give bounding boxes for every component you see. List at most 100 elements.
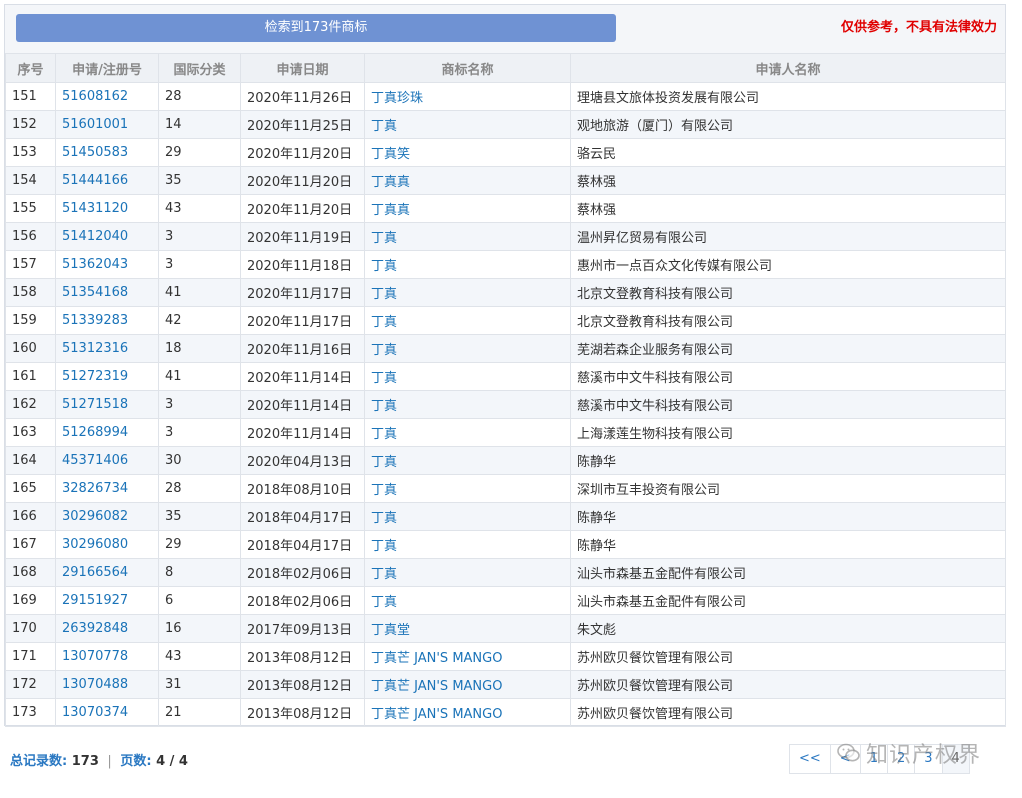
col-header-applicant[interactable]: 申请人名称: [570, 53, 1006, 83]
applicant-cell: 观地旅游（厦门）有限公司: [570, 110, 1006, 139]
reg-number-link[interactable]: 29166564: [55, 558, 159, 587]
trademark-name-link[interactable]: 丁真: [364, 222, 571, 251]
class-cell: 3: [158, 222, 241, 251]
applicant-cell: 慈溪市中文牛科技有限公司: [570, 362, 1006, 391]
date-cell: 2020年11月17日: [240, 306, 365, 335]
row-index: 166: [5, 502, 56, 531]
reg-number-link[interactable]: 13070488: [55, 670, 159, 699]
trademark-name-link[interactable]: 丁真: [364, 502, 571, 531]
table-row: 151 51608162 28 2020年11月26日 丁真珍珠 理塘县文旅体投资发展有限…: [5, 82, 1006, 111]
date-cell: 2020年11月14日: [240, 362, 365, 391]
reg-number-link[interactable]: 32826734: [55, 474, 159, 503]
trademark-name-link[interactable]: 丁真笑: [364, 138, 571, 167]
pages-value: 4 / 4: [156, 754, 188, 769]
wechat-icon: [837, 743, 860, 762]
class-cell: 16: [158, 614, 241, 643]
class-cell: 28: [158, 474, 241, 503]
trademark-name-link[interactable]: 丁真: [364, 418, 571, 447]
trademark-name-link[interactable]: 丁真真: [364, 194, 571, 223]
row-index: 153: [5, 138, 56, 167]
applicant-cell: 汕头市森基五金配件有限公司: [570, 586, 1006, 615]
reg-number-link[interactable]: 29151927: [55, 586, 159, 615]
col-header-trademark-name[interactable]: 商标名称: [364, 53, 571, 83]
table-row: 168 29166564 8 2018年02月06日 丁真 汕头市森基五金配件有限公司: [5, 558, 1006, 587]
date-cell: 2018年02月06日: [240, 558, 365, 587]
class-cell: 3: [158, 418, 241, 447]
col-header-class[interactable]: 国际分类: [158, 53, 241, 83]
page-first-button[interactable]: <<: [789, 744, 831, 774]
watermark-text: 知识产权界: [866, 743, 982, 768]
date-cell: 2018年08月10日: [240, 474, 365, 503]
class-cell: 42: [158, 306, 241, 335]
class-cell: 41: [158, 362, 241, 391]
date-cell: 2020年04月13日: [240, 446, 365, 475]
date-cell: 2018年04月17日: [240, 530, 365, 559]
trademark-name-link[interactable]: 丁真: [364, 586, 571, 615]
reg-number-link[interactable]: 51444166: [55, 166, 159, 195]
table-row: 159 51339283 42 2020年11月17日 丁真 北京文登教育科技有限公司: [5, 306, 1006, 335]
trademark-name-link[interactable]: 丁真: [364, 250, 571, 279]
class-cell: 30: [158, 446, 241, 475]
footer-separator: |: [107, 754, 112, 769]
result-count-button[interactable]: 检索到173件商标: [16, 14, 616, 42]
trademark-name-link[interactable]: 丁真: [364, 110, 571, 139]
class-cell: 29: [158, 530, 241, 559]
reg-number-link[interactable]: 51450583: [55, 138, 159, 167]
reg-number-link[interactable]: 51271518: [55, 390, 159, 419]
row-index: 151: [5, 82, 56, 111]
row-index: 162: [5, 390, 56, 419]
trademark-name-link[interactable]: 丁真真: [364, 166, 571, 195]
reg-number-link[interactable]: 51608162: [55, 82, 159, 111]
col-header-date[interactable]: 申请日期: [240, 53, 365, 83]
row-index: 159: [5, 306, 56, 335]
trademark-name-link[interactable]: 丁真: [364, 278, 571, 307]
reg-number-link[interactable]: 51362043: [55, 250, 159, 279]
row-index: 152: [5, 110, 56, 139]
trademark-name-link[interactable]: 丁真芒 JAN'S MANGO: [364, 642, 571, 671]
reg-number-link[interactable]: 51272319: [55, 362, 159, 391]
reg-number-link[interactable]: 45371406: [55, 446, 159, 475]
col-header-index[interactable]: 序号: [5, 53, 56, 83]
total-records-value: 173: [71, 754, 99, 769]
class-cell: 43: [158, 642, 241, 671]
trademark-name-link[interactable]: 丁真: [364, 446, 571, 475]
date-cell: 2020年11月20日: [240, 138, 365, 167]
trademark-name-link[interactable]: 丁真堂: [364, 614, 571, 643]
reg-number-link[interactable]: 51412040: [55, 222, 159, 251]
trademark-name-link[interactable]: 丁真芒 JAN'S MANGO: [364, 670, 571, 699]
class-cell: 14: [158, 110, 241, 139]
reg-number-link[interactable]: 30296082: [55, 502, 159, 531]
reg-number-link[interactable]: 26392848: [55, 614, 159, 643]
table-row: 152 51601001 14 2020年11月25日 丁真 观地旅游（厦门）有限公司: [5, 110, 1006, 139]
trademark-name-link[interactable]: 丁真: [364, 530, 571, 559]
trademark-name-link[interactable]: 丁真: [364, 390, 571, 419]
trademark-name-link[interactable]: 丁真: [364, 558, 571, 587]
row-index: 158: [5, 278, 56, 307]
trademark-name-link[interactable]: 丁真珍珠: [364, 82, 571, 111]
date-cell: 2020年11月18日: [240, 250, 365, 279]
reg-number-link[interactable]: 13070374: [55, 698, 159, 727]
col-header-reg-number[interactable]: 申请/注册号: [55, 53, 159, 83]
trademark-name-link[interactable]: 丁真: [364, 362, 571, 391]
reg-number-link[interactable]: 51339283: [55, 306, 159, 335]
reg-number-link[interactable]: 51312316: [55, 334, 159, 363]
reg-number-link[interactable]: 51268994: [55, 418, 159, 447]
reg-number-link[interactable]: 51601001: [55, 110, 159, 139]
trademark-name-link[interactable]: 丁真: [364, 306, 571, 335]
applicant-cell: 深圳市互丰投资有限公司: [570, 474, 1006, 503]
results-panel: 检索到173件商标 仅供参考，不具有法律效力 序号 申请/注册号 国际分类 申请…: [4, 4, 1006, 727]
reg-number-link[interactable]: 51431120: [55, 194, 159, 223]
applicant-cell: 蔡林强: [570, 194, 1006, 223]
reg-number-link[interactable]: 13070778: [55, 642, 159, 671]
date-cell: 2018年04月17日: [240, 502, 365, 531]
applicant-cell: 北京文登教育科技有限公司: [570, 306, 1006, 335]
class-cell: 29: [158, 138, 241, 167]
table-row: 162 51271518 3 2020年11月14日 丁真 慈溪市中文牛科技有限公司: [5, 390, 1006, 419]
reg-number-link[interactable]: 51354168: [55, 278, 159, 307]
table-row: 157 51362043 3 2020年11月18日 丁真 惠州市一点百众文化传媒有限公司: [5, 250, 1006, 279]
trademark-name-link[interactable]: 丁真: [364, 334, 571, 363]
reg-number-link[interactable]: 30296080: [55, 530, 159, 559]
trademark-name-link[interactable]: 丁真: [364, 474, 571, 503]
date-cell: 2020年11月26日: [240, 82, 365, 111]
trademark-name-link[interactable]: 丁真芒 JAN'S MANGO: [364, 698, 571, 727]
